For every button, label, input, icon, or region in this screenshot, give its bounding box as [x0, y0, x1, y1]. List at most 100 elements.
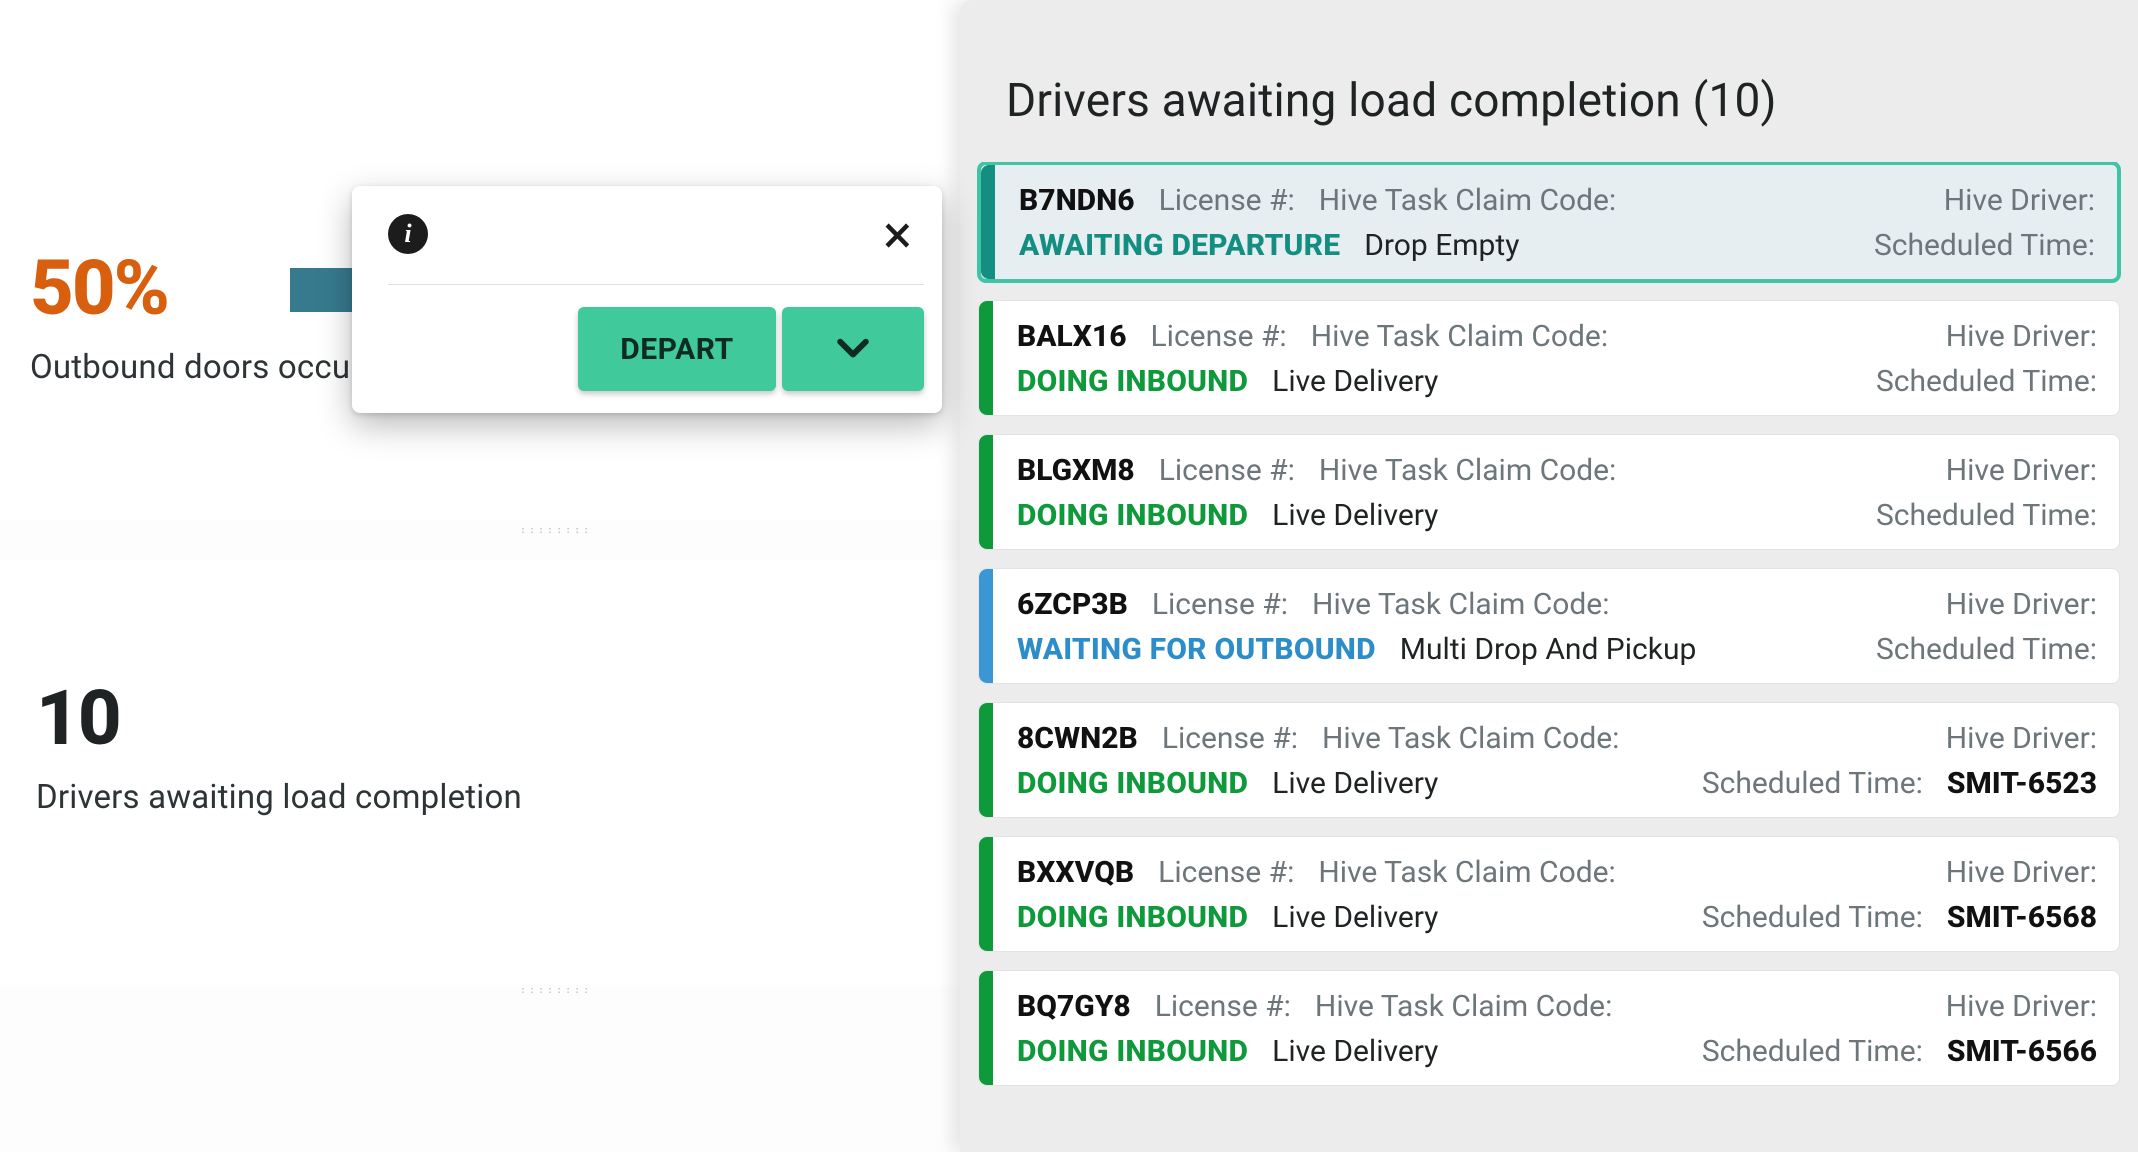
scheduled-label: Scheduled Time: — [1702, 766, 1923, 801]
driver-task: Live Delivery — [1272, 364, 1438, 399]
driver-task: Live Delivery — [1272, 1034, 1438, 1069]
driver-status: DOING INBOUND — [1017, 364, 1248, 399]
driver-card[interactable]: 8CWN2BLicense #:Hive Task Claim Code:Hiv… — [978, 702, 2120, 818]
drivers-side-panel: Drivers awaiting load completion (10) B7… — [960, 0, 2138, 1152]
drag-handle-icon[interactable]: :::::::: — [520, 985, 590, 995]
driver-row-bottom: DOING INBOUND Live Delivery Scheduled Time… — [1017, 766, 2097, 801]
driver-code: 8CWN2B — [1017, 721, 1138, 756]
driver-code: BXXVQB — [1017, 855, 1134, 890]
claim-code-label: Hive Task Claim Code: — [1315, 989, 1612, 1024]
driver-code: 6ZCP3B — [1017, 587, 1128, 622]
popover-divider — [388, 284, 924, 285]
license-label: License #: — [1152, 587, 1288, 622]
driver-task: Live Delivery — [1272, 900, 1438, 935]
driver-task: Live Delivery — [1272, 498, 1438, 533]
claim-code-label: Hive Task Claim Code: — [1311, 319, 1608, 354]
driver-card[interactable]: BXXVQBLicense #:Hive Task Claim Code:Hiv… — [978, 836, 2120, 952]
driver-card-body: BQ7GY8 License #: Hive Task Claim Code: Hiv… — [993, 971, 2119, 1085]
drag-handle-icon[interactable]: :::::::: — [520, 525, 590, 535]
hive-driver-label: Hive Driver: — [1944, 183, 2095, 218]
driver-task: Multi Drop And Pickup — [1400, 632, 1697, 667]
status-accent — [979, 837, 993, 951]
claim-code-label: Hive Task Claim Code: — [1322, 721, 1619, 756]
driver-card[interactable]: 6ZCP3B License #: Hive Task Claim Code: Hiv… — [978, 568, 2120, 684]
awaiting-stat-card: 10 Drivers awaiting load completion — [0, 560, 960, 985]
awaiting-count-label: Drivers awaiting load completion — [36, 778, 930, 817]
license-label: License #: — [1159, 453, 1295, 488]
driver-code: BQ7GY8 — [1017, 989, 1131, 1024]
scheduled-label: Scheduled Time: — [1874, 228, 2095, 263]
driver-row-bottom: AWAITING DEPARTURE Drop Empty Scheduled Ti… — [1019, 228, 2095, 263]
driver-row-bottom: DOING INBOUND Live Delivery Scheduled Time… — [1017, 900, 2097, 935]
driver-code: BLGXM8 — [1017, 453, 1135, 488]
driver-row-top: BQ7GY8 License #: Hive Task Claim Code: Hiv… — [1017, 989, 2097, 1024]
status-accent — [979, 971, 993, 1085]
popover-actions: DEPART — [388, 307, 924, 391]
driver-row-bottom: DOING INBOUNDLive DeliveryScheduled Time… — [1017, 1034, 2097, 1069]
scheduled-value: SMIT-6568 — [1947, 900, 2097, 935]
driver-status: DOING INBOUND — [1017, 766, 1248, 801]
scheduled-label: Scheduled Time: — [1876, 364, 2097, 399]
scheduled-label: Scheduled Time: — [1876, 632, 2097, 667]
driver-status: DOING INBOUND — [1017, 900, 1248, 935]
driver-task: Drop Empty — [1364, 228, 1519, 263]
hive-driver-label: Hive Driver: — [1946, 319, 2097, 354]
claim-code-label: Hive Task Claim Code: — [1319, 183, 1616, 218]
hive-driver-label: Hive Driver: — [1946, 989, 2097, 1024]
scheduled-label: Scheduled Time: — [1702, 900, 1923, 935]
hive-driver-label: Hive Driver: — [1946, 587, 2097, 622]
license-label: License #: — [1155, 989, 1291, 1024]
left-pane: 50% Outbound doors occu :::::::: 10 Driv… — [0, 0, 960, 1152]
driver-card-body: BXXVQBLicense #:Hive Task Claim Code:Hiv… — [993, 837, 2119, 951]
driver-row-top: 6ZCP3B License #: Hive Task Claim Code: Hiv… — [1017, 587, 2097, 622]
scheduled-value: SMIT-6566 — [1947, 1034, 2097, 1069]
hive-driver-label: Hive Driver: — [1946, 721, 2097, 756]
status-accent — [979, 703, 993, 817]
close-icon[interactable]: × — [883, 220, 912, 252]
driver-row-bottom: DOING INBOUNDLive DeliveryScheduled Time… — [1017, 498, 2097, 533]
popover-header: i × — [388, 214, 924, 254]
driver-card-body: B7NDN6 License #: Hive Task Claim Code: Hiv… — [995, 165, 2117, 279]
depart-button[interactable]: DEPART — [578, 307, 776, 391]
awaiting-count-value: 10 — [36, 680, 930, 756]
driver-card[interactable]: BLGXM8 License #: Hive Task Claim Code: Hiv… — [978, 434, 2120, 550]
hive-driver-label: Hive Driver: — [1946, 855, 2097, 890]
driver-row-bottom: WAITING FOR OUTBOUND Multi Drop And Picku… — [1017, 632, 2097, 667]
scheduled-label: Scheduled Time: — [1876, 498, 2097, 533]
driver-row-top: 8CWN2BLicense #:Hive Task Claim Code:Hiv… — [1017, 721, 2097, 756]
driver-code: B7NDN6 — [1019, 183, 1135, 218]
license-label: License #: — [1159, 183, 1295, 218]
status-accent — [979, 301, 993, 415]
claim-code-label: Hive Task Claim Code: — [1312, 587, 1609, 622]
drivers-panel-title: Drivers awaiting load completion (10) — [1006, 74, 2098, 128]
driver-row-top: BALX16 License #: Hive Task Claim Code: Hiv… — [1017, 319, 2097, 354]
scheduled-label: Scheduled Time: — [1702, 1034, 1923, 1069]
driver-card[interactable]: BQ7GY8 License #: Hive Task Claim Code: Hiv… — [978, 970, 2120, 1086]
driver-row-top: BXXVQBLicense #:Hive Task Claim Code:Hiv… — [1017, 855, 2097, 890]
chevron-down-icon — [831, 327, 875, 371]
driver-row-bottom: DOING INBOUND Live Delivery Scheduled Time… — [1017, 364, 2097, 399]
license-label: License #: — [1151, 319, 1287, 354]
driver-card-body: 6ZCP3B License #: Hive Task Claim Code: Hiv… — [993, 569, 2119, 683]
driver-card[interactable]: B7NDN6 License #: Hive Task Claim Code: Hiv… — [978, 162, 2120, 282]
driver-list: B7NDN6 License #: Hive Task Claim Code: Hiv… — [960, 162, 2138, 1152]
driver-status: AWAITING DEPARTURE — [1019, 228, 1340, 263]
driver-row-top: BLGXM8 License #: Hive Task Claim Code: Hiv… — [1017, 453, 2097, 488]
more-actions-button[interactable] — [782, 307, 924, 391]
driver-status: WAITING FOR OUTBOUND — [1017, 632, 1376, 667]
claim-code-label: Hive Task Claim Code: — [1318, 855, 1615, 890]
driver-task: Live Delivery — [1272, 766, 1438, 801]
driver-action-popover: i × DEPART — [352, 186, 942, 413]
scheduled-value: SMIT-6523 — [1947, 766, 2097, 801]
driver-card-body: BLGXM8 License #: Hive Task Claim Code: Hiv… — [993, 435, 2119, 549]
driver-card-body: BALX16 License #: Hive Task Claim Code: Hiv… — [993, 301, 2119, 415]
driver-code: BALX16 — [1017, 319, 1127, 354]
status-accent — [979, 569, 993, 683]
driver-card-body: 8CWN2BLicense #:Hive Task Claim Code:Hiv… — [993, 703, 2119, 817]
info-icon[interactable]: i — [388, 214, 428, 254]
status-accent — [979, 435, 993, 549]
driver-card[interactable]: BALX16 License #: Hive Task Claim Code: Hiv… — [978, 300, 2120, 416]
driver-row-top: B7NDN6 License #: Hive Task Claim Code: Hiv… — [1019, 183, 2095, 218]
hive-driver-label: Hive Driver: — [1946, 453, 2097, 488]
claim-code-label: Hive Task Claim Code: — [1319, 453, 1616, 488]
